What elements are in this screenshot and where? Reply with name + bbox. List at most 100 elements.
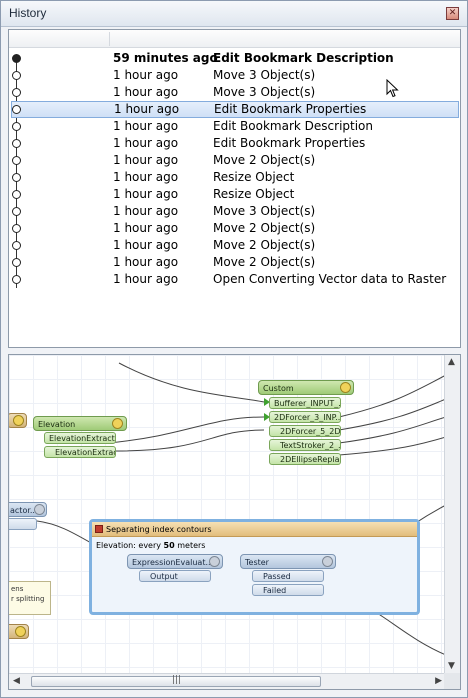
bookmark-description: Elevation: every 50 meters [96, 541, 205, 550]
bookmark-title: Separating index contours [106, 525, 212, 534]
history-row[interactable]: 1 hour ago Move 2 Object(s) [9, 237, 460, 254]
history-action: Move 2 Object(s) [213, 153, 316, 167]
history-row[interactable]: 1 hour ago Move 2 Object(s) [9, 254, 460, 271]
tester-failed-port[interactable]: Failed [252, 584, 324, 596]
custom-port-1[interactable]: Bufferer_INPUT_... [269, 397, 341, 409]
canvas-grid: Custom Bufferer_INPUT_... 2DForcer_3_INP… [9, 355, 446, 673]
history-window: History ✕ 59 minutes ago Edit Bookmark De… [0, 0, 468, 698]
gear-icon[interactable] [209, 556, 220, 567]
expression-title: ExpressionEvaluat... [132, 558, 214, 567]
bookmark-icon [95, 525, 103, 533]
column-divider[interactable] [109, 32, 110, 46]
scroll-down-icon[interactable]: ▼ [448, 661, 455, 671]
history-time: 1 hour ago [113, 85, 179, 99]
gear-icon[interactable] [112, 418, 123, 429]
history-time: 1 hour ago [113, 238, 179, 252]
mouse-pointer-icon [386, 79, 399, 98]
history-time: 1 hour ago [113, 272, 179, 286]
history-row[interactable]: 1 hour ago Move 2 Object(s) [9, 152, 460, 169]
timeline-node-icon [12, 275, 21, 284]
bookmark-description-suffix: meters [174, 541, 206, 550]
grip-icon: ||| [172, 675, 182, 685]
history-list-header [9, 30, 460, 48]
elevation-port-2[interactable]: ElevationExtrac... [44, 446, 116, 458]
gear-icon[interactable] [34, 504, 45, 515]
timeline-node-icon [12, 71, 21, 80]
history-row[interactable]: 1 hour ago Resize Object [9, 169, 460, 186]
connection-lines [36, 362, 446, 656]
history-time: 1 hour ago [113, 153, 179, 167]
history-row[interactable]: 1 hour ago Move 3 Object(s) [9, 203, 460, 220]
tester-passed-port[interactable]: Passed [252, 570, 324, 582]
history-row[interactable]: 1 hour ago Move 2 Object(s) [9, 220, 460, 237]
gear-icon[interactable] [15, 626, 26, 637]
history-list[interactable]: 59 minutes ago Edit Bookmark Description 1… [8, 29, 461, 348]
workspace-canvas[interactable]: Custom Bufferer_INPUT_... 2DForcer_3_INP… [8, 354, 461, 690]
history-action: Move 2 Object(s) [213, 221, 316, 235]
history-row[interactable]: 1 hour ago Edit Bookmark Properties [9, 135, 460, 152]
timeline-node-icon [12, 258, 21, 267]
custom-port-5[interactable]: 2DEllipseReplac... [269, 453, 341, 465]
bookmark-description-value: 50 [163, 541, 175, 550]
elevation-port-1[interactable]: ElevationExtracto... [44, 432, 116, 444]
gear-icon[interactable] [322, 556, 333, 567]
history-action: Open Converting Vector data to Raster [213, 272, 447, 286]
custom-port-3[interactable]: 2DForcer_5_2D... [269, 425, 341, 437]
window-title: History [9, 6, 47, 20]
history-row[interactable]: 1 hour ago Open Converting Vector data to… [9, 271, 460, 288]
history-time: 1 hour ago [113, 221, 179, 235]
vertical-scrollbar[interactable]: ▲ ▼ [444, 355, 460, 673]
history-time: 1 hour ago [114, 102, 180, 116]
timeline-node-icon [12, 105, 21, 114]
history-action: Resize Object [213, 170, 295, 184]
scroll-left-icon[interactable]: ◀ [13, 676, 20, 686]
close-button[interactable]: ✕ [446, 7, 459, 20]
timeline-node-icon [12, 173, 21, 182]
history-time: 1 hour ago [113, 204, 179, 218]
history-action: Move 2 Object(s) [213, 255, 316, 269]
history-action: Move 3 Object(s) [213, 68, 316, 82]
timeline-node-icon [12, 190, 21, 199]
scroll-up-icon[interactable]: ▲ [448, 357, 455, 367]
history-time: 1 hour ago [113, 68, 179, 82]
history-action: Edit Bookmark Properties [213, 136, 366, 150]
expression-output-port[interactable]: Output [139, 570, 211, 582]
timeline-node-icon [12, 54, 21, 63]
history-row[interactable]: 1 hour ago Edit Bookmark Description [9, 118, 460, 135]
custom-transformer-title: Custom [263, 384, 294, 393]
history-action: Move 3 Object(s) [213, 85, 316, 99]
scrollbar-corner [444, 673, 460, 689]
timeline-node-icon [12, 139, 21, 148]
annotation-note[interactable]: ens r splitting [9, 581, 51, 615]
history-time: 1 hour ago [113, 255, 179, 269]
history-action: Move 2 Object(s) [213, 238, 316, 252]
history-action: Edit Bookmark Description [213, 51, 394, 65]
history-time: 1 hour ago [113, 170, 179, 184]
history-row[interactable]: 1 hour ago Edit Bookmark Properties [11, 101, 459, 118]
custom-port-4[interactable]: TextStroker_2_... [269, 439, 341, 451]
timeline-node-icon [12, 156, 21, 165]
horizontal-scrollbar[interactable]: ◀ ||| ▶ [9, 673, 446, 689]
elevation-title: Elevation [38, 420, 76, 429]
history-time: 59 minutes ago [113, 51, 218, 65]
history-time: 1 hour ago [113, 119, 179, 133]
bookmark-description-prefix: Elevation: every [96, 541, 164, 550]
history-time: 1 hour ago [113, 136, 179, 150]
timeline-node-icon [12, 241, 21, 250]
title-bar: History ✕ [1, 1, 467, 27]
history-row[interactable]: 59 minutes ago Edit Bookmark Description [9, 50, 460, 67]
timeline-node-icon [12, 88, 21, 97]
horizontal-scroll-thumb[interactable]: ||| [31, 675, 321, 687]
history-row[interactable]: 1 hour ago Resize Object [9, 186, 460, 203]
custom-port-2[interactable]: 2DForcer_3_INP... [269, 411, 341, 423]
history-action: Edit Bookmark Properties [214, 102, 367, 116]
timeline-node-icon [12, 224, 21, 233]
scroll-right-icon[interactable]: ▶ [435, 676, 442, 686]
tester-title: Tester [245, 558, 269, 567]
timeline-node-icon [12, 207, 21, 216]
bookmark-title-bar[interactable]: Separating index contours [92, 522, 417, 537]
gear-icon[interactable] [13, 415, 24, 426]
gear-icon[interactable] [340, 382, 351, 393]
timeline-node-icon [12, 122, 21, 131]
left-transformer-port[interactable] [9, 518, 37, 530]
